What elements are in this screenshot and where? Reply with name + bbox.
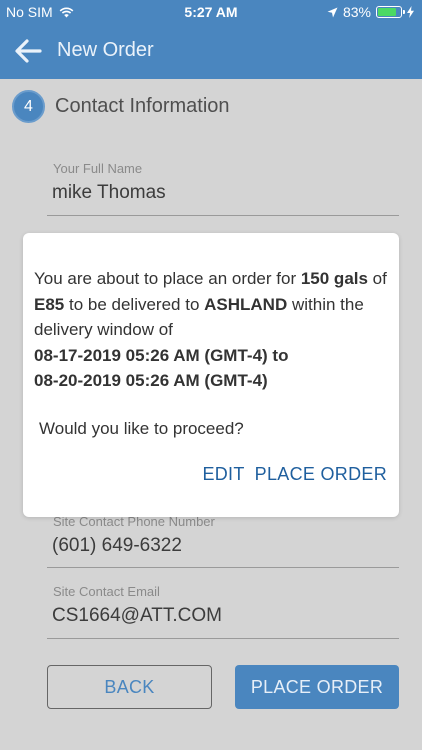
full-name-label: Your Full Name	[53, 161, 143, 176]
confirm-order-dialog: You are about to place an order for 150 …	[23, 233, 399, 517]
dialog-text-2: of	[367, 269, 387, 288]
place-order-button[interactable]: PLACE ORDER	[235, 665, 399, 709]
step-number-badge: 4	[12, 90, 45, 123]
dialog-place-order-button[interactable]: PLACE ORDER	[255, 464, 387, 485]
status-bar: No SIM 5:27 AM 83%	[0, 0, 422, 24]
nav-bar: New Order	[0, 24, 422, 79]
battery-percent: 83%	[342, 4, 371, 20]
battery-fill	[378, 8, 397, 16]
page-title: New Order	[57, 39, 154, 61]
dialog-question: Would you like to proceed?	[39, 419, 244, 438]
dialog-actions: EDIT PLACE ORDER	[202, 464, 387, 485]
dialog-location: ASHLAND	[204, 294, 288, 314]
charging-bolt-icon	[407, 6, 414, 18]
status-right: 83%	[327, 4, 414, 20]
back-button[interactable]: BACK	[47, 665, 212, 709]
location-arrow-icon	[327, 7, 338, 17]
dialog-text-3: to be delivered to	[64, 294, 205, 314]
dialog-edit-button[interactable]: EDIT	[202, 464, 244, 485]
arrow-left-icon[interactable]	[14, 38, 42, 64]
site-email-value: CS1664@ATT.COM	[52, 605, 222, 626]
dialog-window-start: 08-17-2019 05:26 AM (GMT-4) to	[34, 345, 289, 365]
dialog-text-1: You are about to place an order for	[34, 269, 301, 288]
dialog-quantity: 150 gals	[300, 269, 368, 288]
site-email-label: Site Contact Email	[53, 584, 160, 599]
battery-icon	[376, 6, 405, 18]
site-phone-value: (601) 649-6322	[52, 535, 182, 556]
dialog-product: E85	[34, 294, 65, 314]
section-title: Contact Information	[55, 95, 230, 117]
full-name-field[interactable]: Your Full Name mike Thomas	[47, 154, 399, 216]
site-email-field[interactable]: Site Contact Email CS1664@ATT.COM	[47, 576, 399, 639]
full-name-value: mike Thomas	[52, 182, 166, 203]
dialog-message: You are about to place an order for 150 …	[34, 266, 390, 394]
dialog-window-end: 08-20-2019 05:26 AM (GMT-4)	[34, 371, 268, 390]
